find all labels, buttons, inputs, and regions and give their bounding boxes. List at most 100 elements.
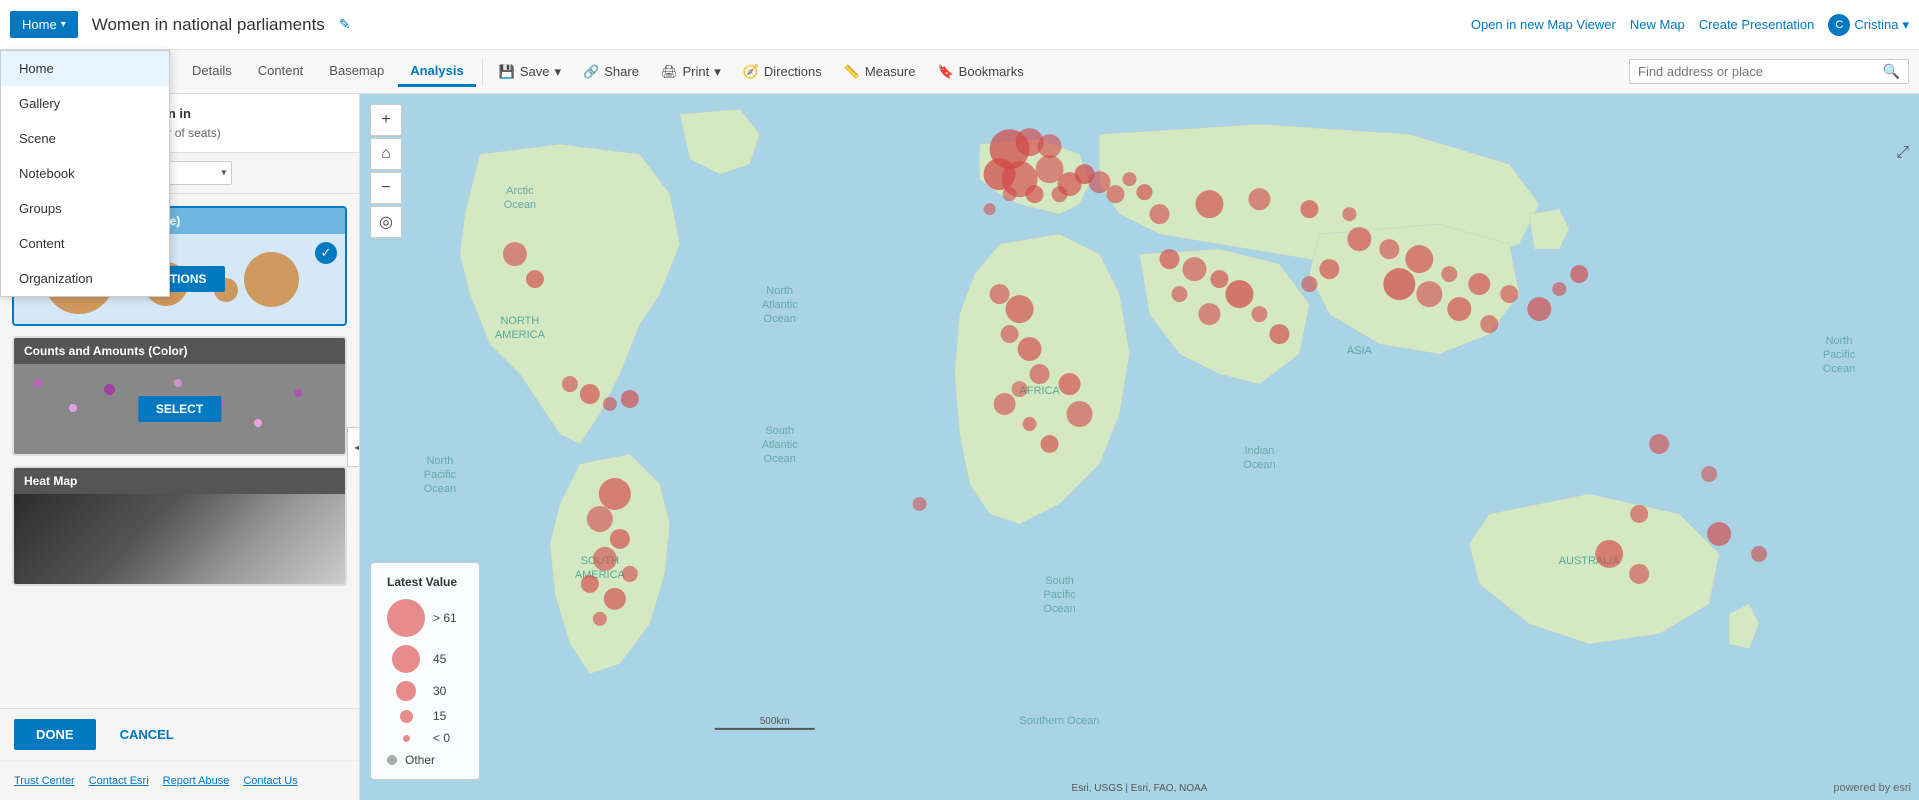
data-bubble bbox=[1107, 185, 1125, 203]
style-card-color[interactable]: Counts and Amounts (Color) SELECT bbox=[12, 336, 347, 456]
data-bubble bbox=[1649, 434, 1669, 454]
legend-dot-other bbox=[387, 755, 397, 765]
toolbar-separator bbox=[482, 58, 483, 86]
save-button[interactable]: 💾 Save ▾ bbox=[489, 59, 571, 85]
legend-title: Latest Value bbox=[387, 575, 463, 589]
measure-label: Measure bbox=[865, 64, 916, 79]
data-bubble bbox=[990, 284, 1010, 304]
expand-icon[interactable]: ⤢ bbox=[1896, 144, 1909, 162]
menu-item-organization[interactable]: Organization bbox=[1, 261, 169, 296]
select-button[interactable]: SELECT bbox=[138, 396, 221, 422]
heatmap-background bbox=[14, 494, 345, 584]
legend-circle-wrapper-15 bbox=[387, 710, 425, 723]
top-bar: Home ▾ Women in national parliaments ✎ O… bbox=[0, 0, 1919, 50]
edit-icon[interactable]: ✎ bbox=[339, 16, 351, 33]
menu-item-home[interactable]: Home bbox=[1, 51, 169, 86]
save-chevron-icon: ▾ bbox=[555, 64, 562, 80]
search-icon[interactable]: 🔍 bbox=[1883, 63, 1900, 80]
data-bubble bbox=[1159, 249, 1179, 269]
data-bubble bbox=[1012, 381, 1028, 397]
data-bubble bbox=[1379, 239, 1399, 259]
share-button[interactable]: 🔗 Share bbox=[573, 59, 649, 85]
home-button[interactable]: ⌂ bbox=[370, 138, 402, 170]
data-bubble bbox=[1059, 373, 1081, 395]
menu-item-scene[interactable]: Scene bbox=[1, 121, 169, 156]
style-card-heatmap[interactable]: Heat Map bbox=[12, 466, 347, 586]
data-bubble bbox=[1067, 401, 1093, 427]
data-bubble bbox=[1701, 466, 1717, 482]
open-new-map-viewer-link[interactable]: Open in new Map Viewer bbox=[1471, 17, 1616, 32]
data-bubble bbox=[1248, 188, 1270, 210]
home-chevron-icon: ▾ bbox=[61, 19, 66, 30]
home-dropdown-button[interactable]: Home ▾ bbox=[10, 11, 78, 38]
tab-content[interactable]: Content bbox=[246, 57, 316, 87]
directions-label: Directions bbox=[764, 64, 822, 79]
data-bubble bbox=[1480, 315, 1498, 333]
data-bubble bbox=[1026, 185, 1044, 203]
measure-icon: 📏 bbox=[844, 64, 860, 80]
data-bubble bbox=[603, 397, 617, 411]
data-bubble bbox=[1123, 172, 1137, 186]
data-bubble bbox=[587, 506, 613, 532]
contact-us-link[interactable]: Contact Us bbox=[243, 775, 297, 787]
legend-other-row: Other bbox=[387, 753, 463, 767]
map-area[interactable]: Arctic Ocean NORTH AMERICA North Atlanti… bbox=[360, 94, 1919, 800]
cancel-button[interactable]: CANCEL bbox=[112, 719, 182, 750]
measure-button[interactable]: 📏 Measure bbox=[834, 59, 926, 85]
share-icon: 🔗 bbox=[583, 64, 599, 80]
color-card-header: Counts and Amounts (Color) bbox=[14, 338, 345, 364]
legend-circle-wrapper-neg bbox=[387, 735, 425, 742]
locate-button[interactable]: ◎ bbox=[370, 206, 402, 238]
svg-text:Pacific: Pacific bbox=[1823, 349, 1856, 361]
color-dot bbox=[254, 419, 262, 427]
data-bubble bbox=[1149, 204, 1169, 224]
create-presentation-link[interactable]: Create Presentation bbox=[1699, 17, 1815, 32]
data-bubble bbox=[562, 376, 578, 392]
zoom-in-button[interactable]: + bbox=[370, 104, 402, 136]
data-bubble bbox=[604, 588, 626, 610]
tab-details[interactable]: Details bbox=[180, 57, 244, 87]
zoom-out-button[interactable]: − bbox=[370, 172, 402, 204]
panel-links: Trust Center Contact Esri Report Abuse C… bbox=[0, 760, 359, 800]
panel-collapse-button[interactable]: ◀ bbox=[347, 427, 360, 467]
heatmap-card-body bbox=[14, 494, 345, 584]
trust-center-link[interactable]: Trust Center bbox=[14, 775, 75, 787]
bookmarks-button[interactable]: 🔖 Bookmarks bbox=[927, 59, 1033, 85]
legend-circle-neg bbox=[403, 735, 410, 742]
color-card-label: Counts and Amounts (Color) bbox=[24, 344, 188, 358]
size-bubble-medium2 bbox=[244, 252, 299, 307]
directions-button[interactable]: 🧭 Directions bbox=[733, 59, 832, 85]
print-button[interactable]: 🖨 Print ▾ bbox=[651, 59, 731, 85]
data-bubble bbox=[1001, 325, 1019, 343]
menu-item-gallery[interactable]: Gallery bbox=[1, 86, 169, 121]
data-bubble bbox=[1595, 540, 1623, 568]
user-avatar: C bbox=[1828, 14, 1850, 36]
legend-circle-45 bbox=[392, 645, 420, 673]
svg-text:Pacific: Pacific bbox=[424, 469, 457, 481]
panel-footer: DONE CANCEL bbox=[0, 708, 359, 760]
contact-esri-link[interactable]: Contact Esri bbox=[89, 775, 149, 787]
menu-item-notebook[interactable]: Notebook bbox=[1, 156, 169, 191]
data-bubble bbox=[1301, 276, 1317, 292]
user-button[interactable]: C Cristina ▾ bbox=[1828, 14, 1909, 36]
bookmarks-label: Bookmarks bbox=[959, 64, 1024, 79]
data-bubble bbox=[1195, 190, 1223, 218]
tab-basemap[interactable]: Basemap bbox=[317, 57, 396, 87]
user-initial: C bbox=[1835, 19, 1843, 31]
data-bubble bbox=[913, 497, 927, 511]
legend-circle-30 bbox=[396, 681, 416, 701]
new-map-link[interactable]: New Map bbox=[1630, 17, 1685, 32]
data-bubble bbox=[1210, 270, 1228, 288]
report-abuse-link[interactable]: Report Abuse bbox=[163, 775, 230, 787]
svg-text:Ocean: Ocean bbox=[1823, 363, 1855, 375]
search-input[interactable] bbox=[1638, 64, 1883, 79]
menu-item-groups[interactable]: Groups bbox=[1, 191, 169, 226]
map-attribution: Esri, USGS | Esri, FAO, NOAA bbox=[1072, 783, 1208, 794]
menu-item-content[interactable]: Content bbox=[1, 226, 169, 261]
tab-analysis[interactable]: Analysis bbox=[398, 57, 475, 87]
svg-text:North: North bbox=[1826, 335, 1853, 347]
done-button[interactable]: DONE bbox=[14, 719, 96, 750]
svg-text:Ocean: Ocean bbox=[1043, 603, 1075, 615]
svg-text:Atlantic: Atlantic bbox=[762, 439, 799, 451]
legend-item-61: > 61 bbox=[387, 599, 463, 637]
